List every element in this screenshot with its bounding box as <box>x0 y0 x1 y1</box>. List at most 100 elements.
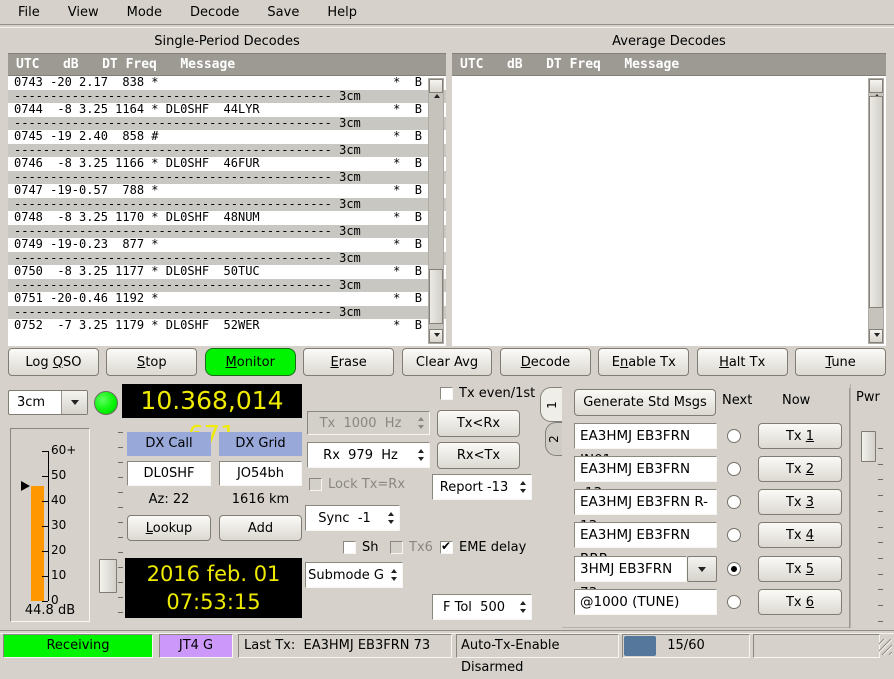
pwr-slider-handle[interactable] <box>861 431 876 462</box>
meter-tick <box>42 601 48 602</box>
average-decodes-panel: UTC dB DT Freq Message <box>452 53 886 345</box>
decode-row[interactable]: 0745 -19 2.40 858 #* B <box>8 130 446 144</box>
menu-item-file[interactable]: File <box>4 2 54 23</box>
tx-message-1-input[interactable]: EA3HMJ EB3FRN JN01 <box>574 423 717 449</box>
menu-item-save[interactable]: Save <box>253 2 313 23</box>
checkbox-box-icon <box>390 541 403 554</box>
ftol-spinner[interactable]: F Tol 500 <box>432 594 532 620</box>
spinner-arrows-icon[interactable] <box>383 512 399 524</box>
decode-row[interactable]: 0749 -19-0.23 877 ** B <box>8 238 446 252</box>
tx-message-5-combobox[interactable]: 3HMJ EB3FRN 73 <box>574 556 687 582</box>
spinner-arrows-icon[interactable] <box>413 417 429 429</box>
scroll-down-button[interactable] <box>869 329 883 343</box>
next-radio-4[interactable] <box>727 528 741 542</box>
decode-row[interactable]: 0752 -7 3.25 1179 * DL0SHF 52WER* B <box>8 319 446 333</box>
menu-item-help[interactable]: Help <box>313 2 371 23</box>
spinner-arrows-icon[interactable] <box>515 481 531 493</box>
dx-grid-input[interactable]: JO54bh <box>219 461 302 486</box>
decode-row[interactable]: 0743 -20 2.17 838 ** B <box>8 76 446 90</box>
decode-row[interactable]: 0746 -8 3.25 1166 * DL0SHF 46FUR* B <box>8 157 446 171</box>
menu-item-mode[interactable]: Mode <box>113 2 176 23</box>
scroll-down-button[interactable] <box>429 329 443 343</box>
single-list-scrollbar[interactable] <box>428 78 444 344</box>
resize-grip-icon[interactable] <box>879 639 892 655</box>
spinner-arrows-icon[interactable] <box>413 449 429 461</box>
tx-even-checkbox[interactable]: Tx even/1st <box>440 386 535 401</box>
dx-call-label: DX Call <box>127 432 211 456</box>
enable-tx-button[interactable]: Enable Tx <box>598 348 689 376</box>
tx6-checkbox: Tx6 <box>390 540 433 555</box>
tx-2-button[interactable]: Tx 2 <box>758 456 842 482</box>
tx-freq-value: Tx 1000 Hz <box>308 416 413 431</box>
average-decodes-list[interactable] <box>452 76 886 346</box>
meter-scale-label: 40 <box>51 493 66 507</box>
next-radio-1[interactable] <box>727 429 741 443</box>
gain-slider-handle[interactable] <box>99 559 117 593</box>
pwr-slider[interactable] <box>858 425 888 630</box>
decode-row[interactable]: 0747 -19-0.57 788 ** B <box>8 184 446 198</box>
tune-button[interactable]: Tune <box>795 348 886 376</box>
band-select[interactable]: 3cm <box>8 390 88 415</box>
report-spinner[interactable]: Report -13 <box>432 474 532 500</box>
log-qso-button[interactable]: Log QSO <box>8 348 99 376</box>
next-radio-6[interactable] <box>727 595 741 609</box>
scroll-up-button[interactable] <box>869 79 883 93</box>
tx-3-button[interactable]: Tx 3 <box>758 489 842 515</box>
scrollbar-thumb[interactable] <box>429 269 443 324</box>
decode-row[interactable]: 0748 -8 3.25 1170 * DL0SHF 48NUM* B <box>8 211 446 225</box>
tab-1-label: 1 <box>544 401 558 409</box>
decode-separator: ----------------------------------------… <box>8 144 446 158</box>
add-button[interactable]: Add <box>219 515 302 541</box>
tab-messages-2[interactable]: 2 <box>545 422 562 456</box>
submode-spinner[interactable]: Submode G <box>305 562 403 588</box>
tx-1-button[interactable]: Tx 1 <box>758 423 842 449</box>
dx-call-input[interactable]: DL0SHF <box>127 461 211 486</box>
menu-item-decode[interactable]: Decode <box>176 2 253 23</box>
clock-date: 2016 feb. 01 <box>125 560 302 589</box>
slider-tick <box>118 582 123 583</box>
tx-freq-spinner[interactable]: Tx 1000 Hz <box>307 411 430 435</box>
tx-lt-rx-button[interactable]: Tx<Rx <box>437 410 520 437</box>
single-decodes-list[interactable]: 0743 -20 2.17 838 ** B ------------------… <box>8 76 446 346</box>
gain-slider[interactable] <box>96 425 124 625</box>
lock-txrx-checkbox: Lock Tx=Rx <box>309 477 405 492</box>
sync-spinner[interactable]: Sync -1 <box>305 505 400 531</box>
generate-std-msgs-button[interactable]: Generate Std Msgs <box>574 389 716 416</box>
scrollbar-thumb[interactable] <box>869 96 883 308</box>
tx-message-3-input[interactable]: EA3HMJ EB3FRN R-13 <box>574 489 717 515</box>
tx-5-button[interactable]: Tx 5 <box>758 556 842 582</box>
lookup-button[interactable]: Lookup <box>127 515 211 541</box>
tx-4-button[interactable]: Tx 4 <box>758 522 842 548</box>
decode-row[interactable]: 0751 -20-0.46 1192 ** B <box>8 292 446 306</box>
azimuth-label: Az: 22 <box>127 492 211 507</box>
average-list-scrollbar[interactable] <box>868 78 884 344</box>
rx-lt-tx-button[interactable]: Rx<Tx <box>437 442 520 469</box>
decode-row[interactable]: 0750 -8 3.25 1177 * DL0SHF 50TUC* B <box>8 265 446 279</box>
spinner-arrows-icon[interactable] <box>515 601 531 613</box>
erase-button[interactable]: Erase <box>303 348 394 376</box>
eme-delay-checkbox[interactable]: EME delay <box>440 540 526 555</box>
halt-tx-button[interactable]: Halt Tx <box>697 348 788 376</box>
decode-button[interactable]: Decode <box>500 348 591 376</box>
sh-checkbox[interactable]: Sh <box>343 540 379 555</box>
slider-tick <box>118 537 123 538</box>
tx-6-button[interactable]: Tx 6 <box>758 589 842 615</box>
decode-row[interactable]: 0744 -8 3.25 1164 * DL0SHF 44LYR* B <box>8 103 446 117</box>
meter-tick <box>42 451 48 452</box>
menu-item-view[interactable]: View <box>54 2 113 23</box>
next-radio-3[interactable] <box>727 495 741 509</box>
tx-message-2-input[interactable]: EA3HMJ EB3FRN -13 <box>574 456 717 482</box>
tx-message-4-input[interactable]: EA3HMJ EB3FRN RRR <box>574 522 717 548</box>
tx-message-6-input[interactable]: @1000 (TUNE) <box>574 589 717 615</box>
monitor-button[interactable]: Monitor <box>205 348 296 376</box>
stop-button[interactable]: Stop <box>106 348 197 376</box>
next-radio-2[interactable] <box>727 462 741 476</box>
chevron-down-icon[interactable] <box>687 556 717 582</box>
rx-freq-spinner[interactable]: Rx 979 Hz <box>307 442 430 468</box>
next-radio-5[interactable] <box>727 562 741 576</box>
spinner-arrows-icon[interactable] <box>386 569 402 581</box>
tab-messages-1[interactable]: 1 <box>540 387 562 422</box>
clear-avg-button[interactable]: Clear Avg <box>402 348 493 376</box>
scroll-up-button[interactable] <box>429 79 443 93</box>
single-decodes-title: Single-Period Decodes <box>8 34 446 50</box>
